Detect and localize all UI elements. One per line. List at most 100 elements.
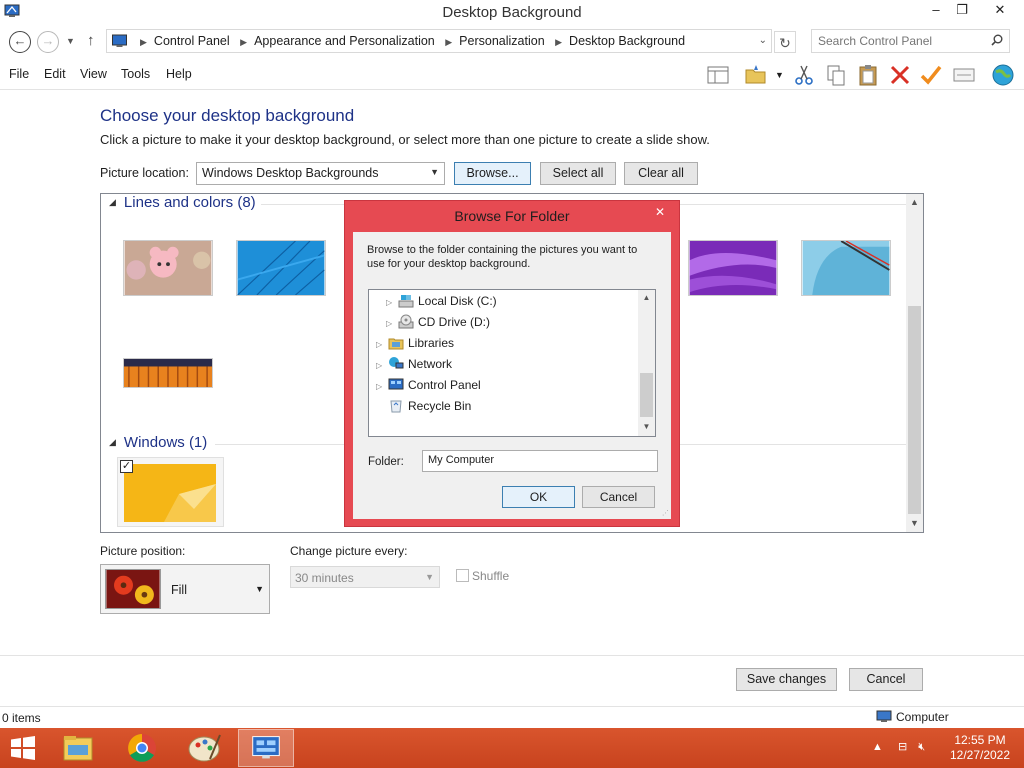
scroll-down-icon[interactable]: ▼: [638, 422, 655, 431]
picture-position-value: Fill: [171, 583, 187, 597]
resize-grip-icon[interactable]: ⋰: [662, 509, 669, 517]
menu-file[interactable]: File: [9, 67, 29, 81]
expand-icon[interactable]: ▷: [376, 340, 384, 349]
search-box: [811, 29, 1010, 53]
dialog-title: Browse For Folder: [454, 208, 570, 224]
shuffle-checkbox[interactable]: Shuffle: [456, 569, 509, 583]
page-title: Choose your desktop background: [100, 106, 355, 125]
control-panel-icon: [388, 378, 404, 390]
close-button[interactable]: ✕: [985, 0, 1015, 22]
breadcrumb-desktop-background[interactable]: Desktop Background: [569, 34, 685, 48]
scrollbar-thumb[interactable]: [908, 306, 921, 514]
breadcrumb-appearance[interactable]: Appearance and Personalization: [254, 34, 435, 48]
browse-button[interactable]: Browse...: [454, 162, 531, 185]
paste-icon[interactable]: [856, 63, 880, 87]
cut-icon[interactable]: [792, 63, 816, 87]
chevron-right-icon: ▶: [240, 37, 248, 47]
group-header-windows[interactable]: ◢ Windows (1): [109, 434, 207, 451]
tree-item-network[interactable]: ▷ Network: [376, 356, 452, 371]
search-input[interactable]: [818, 30, 988, 52]
gallery-scrollbar[interactable]: ▲ ▼: [906, 194, 923, 532]
wallpaper-thumbnail[interactable]: [123, 240, 213, 296]
selected-wallpaper-tile[interactable]: ✓: [117, 457, 224, 527]
chevron-down-icon[interactable]: ▼: [775, 70, 784, 80]
wallpaper-thumbnail[interactable]: [124, 464, 216, 522]
breadcrumb-personalization[interactable]: Personalization: [459, 34, 544, 48]
dialog-cancel-button[interactable]: Cancel: [582, 486, 655, 508]
scroll-up-icon[interactable]: ▲: [906, 197, 923, 207]
chevron-down-icon[interactable]: ⌄: [759, 35, 767, 46]
folder-tree-scrollbar[interactable]: ▲ ▼: [638, 290, 655, 436]
clock-date: 12/27/2022: [949, 748, 1011, 762]
drive-icon: [398, 295, 414, 308]
folder-label: Folder:: [368, 456, 404, 468]
search-icon[interactable]: [991, 34, 1003, 46]
wallpaper-thumbnail[interactable]: [123, 358, 213, 388]
forward-button[interactable]: →: [37, 31, 59, 53]
tree-item-recycle-bin[interactable]: Recycle Bin: [376, 398, 471, 413]
clock[interactable]: 12:55 PM 12/27/2022: [940, 733, 1020, 763]
dialog-close-button[interactable]: ✕: [655, 205, 665, 219]
delete-icon[interactable]: [888, 63, 912, 87]
maximize-button[interactable]: ❐: [947, 0, 977, 22]
wallpaper-thumbnail[interactable]: [236, 240, 326, 296]
menu-view[interactable]: View: [80, 67, 107, 81]
menu-help[interactable]: Help: [166, 67, 192, 81]
chrome-taskbar-icon[interactable]: [114, 729, 170, 767]
network-icon[interactable]: ⊟: [898, 741, 907, 753]
chevron-right-icon: ▶: [140, 37, 147, 47]
show-hidden-icons-icon[interactable]: ▲: [872, 741, 883, 753]
wallpaper-checkbox[interactable]: ✓: [120, 460, 133, 473]
folder-field[interactable]: My Computer: [422, 450, 658, 472]
recycle-bin-icon: [390, 400, 402, 413]
tree-item-local-disk[interactable]: ▷ Local Disk (C:): [386, 293, 497, 308]
page-description: Click a picture to make it your desktop …: [100, 132, 710, 147]
expand-icon[interactable]: ▷: [386, 298, 394, 307]
window-title: Desktop Background: [442, 4, 582, 21]
address-bar[interactable]: ▶ Control Panel ▶ Appearance and Personali…: [106, 29, 772, 53]
change-interval-select[interactable]: 30 minutes ▼: [290, 566, 440, 588]
tree-item-control-panel[interactable]: ▷ Control Panel: [376, 377, 481, 392]
save-changes-button[interactable]: Save changes: [736, 668, 837, 691]
layout-pane-icon[interactable]: [706, 63, 730, 87]
paint-taskbar-icon[interactable]: [176, 729, 232, 767]
menu-tools[interactable]: Tools: [121, 67, 150, 81]
folder-view-icon[interactable]: [744, 63, 768, 87]
control-panel-taskbar-icon[interactable]: [238, 729, 294, 767]
copy-icon[interactable]: [824, 63, 848, 87]
chevron-down-icon: ▼: [255, 584, 264, 594]
checkmark-icon[interactable]: [919, 63, 943, 87]
up-button[interactable]: ↑: [87, 32, 95, 49]
expand-icon[interactable]: ▷: [386, 319, 394, 328]
expand-icon[interactable]: ▷: [376, 382, 384, 391]
ok-button[interactable]: OK: [502, 486, 575, 508]
wallpaper-thumbnail[interactable]: [688, 240, 778, 296]
properties-icon[interactable]: [952, 63, 976, 87]
wallpaper-thumbnail[interactable]: [801, 240, 891, 296]
back-arrow-icon: ←: [13, 33, 27, 48]
folder-tree: ▷ Local Disk (C:) ▷ CD Drive (D:) ▷ Librari…: [368, 289, 656, 437]
volume-muted-icon[interactable]: 🔇︎: [918, 741, 925, 753]
windows-start-icon[interactable]: [10, 736, 36, 760]
breadcrumb-control-panel[interactable]: Control Panel: [154, 34, 230, 48]
change-picture-label: Change picture every:: [290, 544, 408, 558]
group-header-lines-and-colors[interactable]: ◢ Lines and colors (8): [109, 194, 256, 211]
picture-position-select[interactable]: Fill ▼: [100, 564, 270, 614]
scroll-up-icon[interactable]: ▲: [638, 293, 655, 302]
menu-edit[interactable]: Edit: [44, 67, 66, 81]
tree-item-cd-drive[interactable]: ▷ CD Drive (D:): [386, 314, 490, 329]
globe-icon[interactable]: [991, 63, 1015, 87]
expand-icon[interactable]: ▷: [376, 361, 384, 370]
file-explorer-taskbar-icon[interactable]: [50, 729, 106, 767]
back-button[interactable]: ←: [9, 31, 31, 53]
tree-item-libraries[interactable]: ▷ Libraries: [376, 335, 454, 350]
clear-all-button[interactable]: Clear all: [624, 162, 698, 185]
refresh-button[interactable]: ↻: [774, 31, 796, 53]
collapse-icon: ◢: [109, 197, 116, 207]
scrollbar-thumb[interactable]: [640, 373, 653, 417]
picture-location-select[interactable]: Windows Desktop Backgrounds ▼: [196, 162, 445, 185]
scroll-down-icon[interactable]: ▼: [906, 518, 923, 528]
select-all-button[interactable]: Select all: [540, 162, 616, 185]
recent-pages-dropdown[interactable]: ▼: [66, 36, 75, 46]
cancel-button[interactable]: Cancel: [849, 668, 923, 691]
